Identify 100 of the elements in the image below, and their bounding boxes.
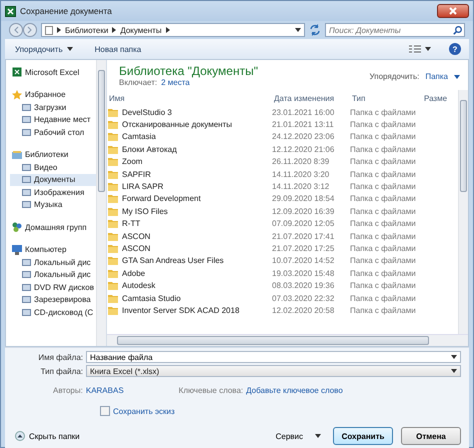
library-title: Библиотека "Документы" [119,64,259,78]
file-date: 26.11.2020 8:39 [272,157,330,166]
nav-item[interactable]: DVD RW дисков [10,281,96,294]
nav-item[interactable]: Недавние мест [10,114,96,126]
save-button[interactable]: Сохранить [333,427,393,445]
checkbox[interactable] [100,406,110,416]
file-type: Папка с файлами [350,132,417,142]
nav-item[interactable]: Музыка [10,198,96,211]
file-date: 07.09.2020 12:05 [272,219,336,228]
filetype-dropdown[interactable]: Книга Excel (*.xlsx) [86,365,461,377]
folder-icon [108,206,118,216]
nav-item-label: Зарезервирова [34,295,91,304]
nav-item[interactable]: Домашняя групп [10,221,96,234]
close-button[interactable] [437,4,469,18]
hide-folders-button[interactable]: Скрыть папки [15,427,80,445]
caret-icon[interactable] [451,369,457,373]
caret-icon[interactable] [425,47,431,51]
folder-icon [108,306,118,315]
file-date: 12.09.2020 16:39 [272,206,336,216]
nav-item[interactable]: Локальный дис [10,256,96,268]
column-header[interactable]: Тип [350,94,422,102]
horizontal-scrollbar[interactable] [107,334,468,346]
view-list-icon[interactable] [409,44,421,54]
file-name: GTA San Andreas User Files [122,256,224,266]
nav-item[interactable]: Компьютер [10,244,96,256]
computer-icon [12,244,22,255]
column-header[interactable]: Разме [422,94,458,102]
file-name: Camtasia [122,132,156,142]
file-type: Папка с файлами [350,244,417,253]
authors-link[interactable]: KARABAS [86,386,124,394]
column-header[interactable]: Имя [107,94,272,102]
collapse-icon [15,431,25,441]
chevron-icon[interactable] [57,27,61,33]
nav-item[interactable]: Локальный дис [10,268,96,281]
help-button[interactable]: ? [449,43,461,55]
file-type: Папка с файлами [350,170,417,179]
cancel-button[interactable]: Отмена [401,427,461,445]
folder-icon [108,256,118,266]
file-type: Папка с файлами [350,306,417,315]
caret-icon [315,434,321,438]
breadcrumb-item[interactable]: Библиотеки [65,26,108,34]
nav-item-label: CD-дисковод (С [34,308,94,317]
folder-icon [108,170,118,179]
organize-button[interactable]: Упорядочить [13,42,75,56]
nav-item-label: DVD RW дисков [34,282,94,292]
file-date: 19.03.2020 15:48 [272,268,336,278]
nav-group-label: Библиотеки [25,150,68,160]
address-bar[interactable]: Библиотеки Документы [41,23,305,37]
nav-item[interactable]: CD-дисковод (С [10,306,96,318]
nav-item[interactable]: Загрузки [10,101,96,114]
file-date: 07.03.2020 22:32 [272,294,336,303]
chevron-icon[interactable] [166,27,170,33]
search-field[interactable]: Поиск: Документы [325,23,465,37]
folder-icon [108,182,118,192]
nav-item-label: Документы [34,175,76,184]
arrange-dropdown[interactable]: Папка [425,72,448,81]
nav-item[interactable]: Избранное [10,88,96,101]
nav-item[interactable]: Рабочий стол [10,126,96,138]
nav-item-label: Музыка [34,200,62,210]
new-folder-button[interactable]: Новая папка [92,42,144,56]
keywords-link[interactable]: Добавьте ключевое слово [246,386,343,394]
caret-icon[interactable] [66,47,73,51]
nav-item[interactable]: Документы [10,174,96,186]
column-header[interactable]: Дата изменения [272,94,350,102]
field-label: Тип файла: [40,366,83,376]
nav-item-label: Локальный дис [34,270,91,280]
file-type: Папка с файлами [350,268,417,278]
filename-field[interactable]: Название файла [86,351,461,363]
nav-item[interactable]: Microsoft Excel [10,66,96,78]
folder-icon [108,194,118,204]
file-name: SAPFIR [122,170,151,179]
nav-item[interactable]: Изображения [10,186,96,198]
file-name: My ISO Files [122,206,168,216]
scrollbar[interactable] [458,90,468,334]
caret-icon[interactable] [295,28,301,32]
checkbox-label[interactable]: Сохранить эскиз [113,406,175,416]
nav-item-label: Изображения [34,188,84,197]
breadcrumb-item[interactable]: Документы [120,26,162,34]
file-date: 14.11.2020 3:12 [272,182,330,192]
folder-icon [108,132,118,142]
keywords-label: Ключевые слова: [178,386,244,394]
folder-icon [108,268,118,278]
file-type: Папка с файлами [350,194,417,204]
caret-icon[interactable] [451,355,457,359]
includes-label: Включает: [119,78,158,87]
scrollbar[interactable] [96,60,106,346]
homegroup-icon [12,222,22,232]
nav-group-label: Избранное [25,90,66,100]
window-title: Сохранение документа [20,6,113,16]
caret-icon[interactable] [454,74,460,78]
tools-button[interactable]: Сервис [272,427,325,445]
chevron-icon[interactable] [112,27,116,33]
file-name: Отсканированные документы [122,120,232,130]
refresh-icon[interactable] [309,24,321,36]
nav-item[interactable]: Видео [10,161,96,174]
nav-item[interactable]: Библиотеки [10,148,96,161]
file-name: Autodesk [122,281,156,290]
locations-link[interactable]: 2 места [161,78,190,87]
arrange-label: Упорядочить: [370,72,420,81]
nav-item[interactable]: Зарезервирова [10,294,96,306]
